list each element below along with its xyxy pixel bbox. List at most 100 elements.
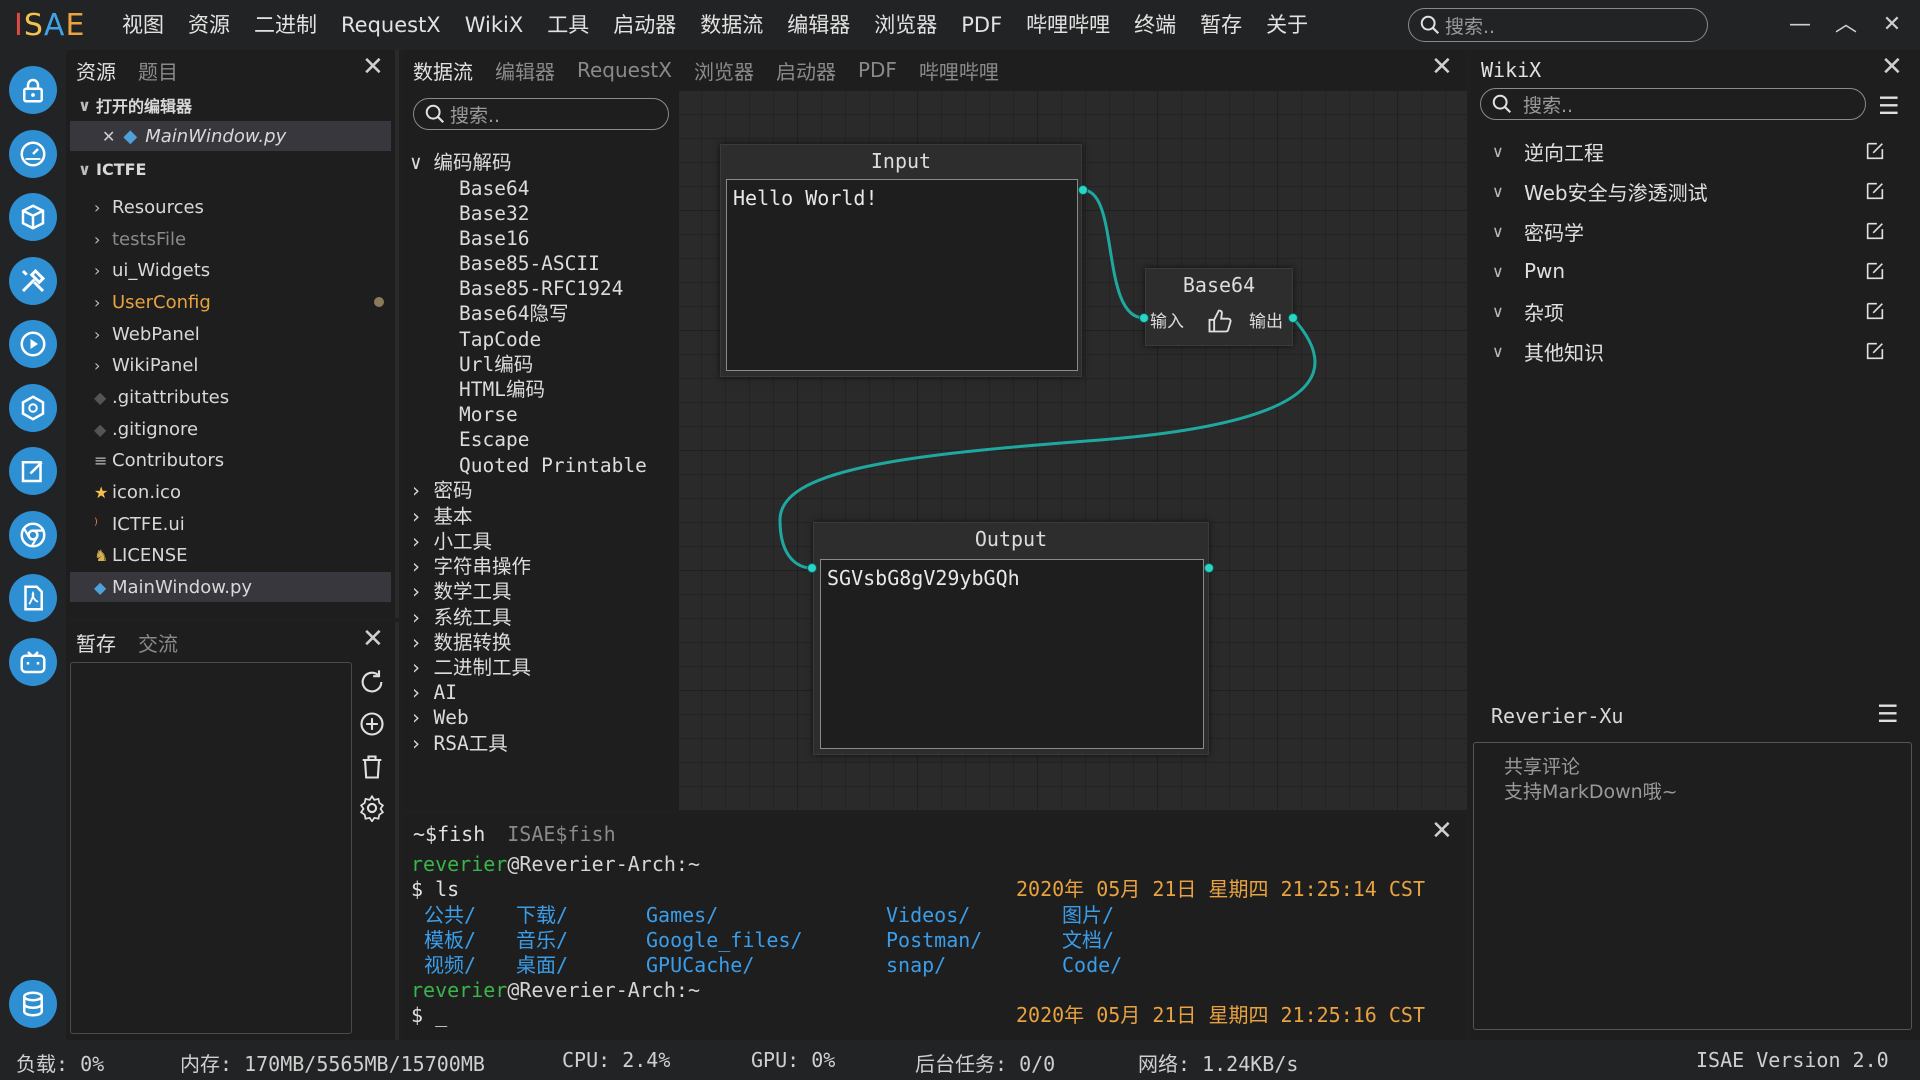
output-out-port[interactable]: [1204, 563, 1214, 573]
tool-item[interactable]: Url编码: [459, 352, 533, 377]
tools-icon[interactable]: [9, 257, 57, 305]
wiki-category[interactable]: ∨ Pwn: [1492, 256, 1892, 286]
gear-icon[interactable]: [356, 792, 388, 824]
close-window-button[interactable]: ✕: [1874, 8, 1910, 42]
tool-item[interactable]: Quoted Printable: [459, 453, 647, 478]
close-icon[interactable]: ✕: [362, 52, 384, 82]
wiki-category[interactable]: ∨ Web安全与渗透测试: [1492, 176, 1892, 206]
tool-item[interactable]: Base64: [459, 176, 529, 201]
close-icon[interactable]: ✕: [1881, 52, 1903, 82]
category-item[interactable]: › 字符串操作: [410, 554, 531, 579]
refresh-icon[interactable]: [356, 666, 388, 698]
tree-file[interactable]: ★ icon.ico: [66, 477, 391, 507]
tool-item[interactable]: Base85-ASCII: [459, 251, 600, 276]
close-icon[interactable]: ✕: [1431, 52, 1453, 82]
add-icon[interactable]: [356, 708, 388, 740]
tree-folder[interactable]: › UserConfig: [66, 287, 391, 317]
tab-pdf[interactable]: PDF: [858, 58, 897, 82]
close-icon[interactable]: ✕: [102, 127, 115, 146]
thumbs-up-icon[interactable]: [1206, 307, 1234, 335]
tab-problems[interactable]: 题目: [138, 56, 178, 85]
base64-out-port[interactable]: [1288, 313, 1298, 323]
tree-file[interactable]: ≡ Contributors: [66, 445, 391, 475]
category-item[interactable]: › AI: [410, 680, 457, 705]
output-in-port[interactable]: [807, 563, 817, 573]
base64-in-port[interactable]: [1139, 313, 1149, 323]
menu-launcher[interactable]: 启动器: [601, 0, 688, 50]
tab-dataflow[interactable]: 数据流: [413, 56, 473, 85]
category-item[interactable]: › Web: [410, 705, 469, 730]
tree-file-selected[interactable]: ◆ MainWindow.py: [70, 572, 391, 602]
wiki-category[interactable]: ∨ 逆向工程: [1492, 136, 1892, 166]
menu-bilibili[interactable]: 哔哩哔哩: [1014, 0, 1122, 50]
tree-folder[interactable]: › ui_Widgets: [66, 255, 391, 285]
tab-resources[interactable]: 资源: [76, 56, 116, 85]
box-icon[interactable]: [9, 193, 57, 241]
edit-icon[interactable]: [1864, 220, 1886, 242]
input-node-out-port[interactable]: [1078, 185, 1088, 195]
tree-folder[interactable]: › testsFile: [66, 224, 391, 254]
open-editors-header[interactable]: ∨ 打开的编辑器: [66, 90, 391, 120]
dashboard-icon[interactable]: [9, 130, 57, 178]
tab-fish-2[interactable]: ISAE$fish: [507, 822, 615, 846]
category-item[interactable]: › 数学工具: [410, 579, 512, 604]
output-node[interactable]: Output SGVsbG8gV29ybGQh: [813, 522, 1209, 755]
edit-icon[interactable]: [9, 447, 57, 495]
bilibili-icon[interactable]: [9, 638, 57, 686]
play-icon[interactable]: [9, 320, 57, 368]
cube-icon[interactable]: [9, 384, 57, 432]
menu-icon[interactable]: ☰: [1877, 700, 1899, 728]
tab-requestx[interactable]: RequestX: [577, 58, 672, 82]
tool-item[interactable]: Escape: [459, 427, 529, 452]
stash-textarea[interactable]: [70, 662, 352, 1034]
database-icon[interactable]: [9, 980, 57, 1028]
base64-node[interactable]: Base64 输入 输出: [1145, 268, 1293, 346]
category-item[interactable]: › 基本: [410, 504, 473, 529]
menu-binary[interactable]: 二进制: [242, 0, 329, 50]
open-editor-item[interactable]: ✕ ◆ MainWindow.py: [70, 121, 391, 151]
project-header[interactable]: ∨ ICTFE: [66, 154, 391, 184]
menu-requestx[interactable]: RequestX: [329, 0, 453, 50]
category-codec[interactable]: ∨ 编码解码: [410, 150, 512, 175]
menu-terminal[interactable]: 终端: [1122, 0, 1188, 50]
category-item[interactable]: › 小工具: [410, 529, 492, 554]
tree-file[interactable]: ♞ LICENSE: [66, 540, 391, 570]
tab-browser[interactable]: 浏览器: [694, 56, 754, 85]
wiki-category[interactable]: ∨ 其他知识: [1492, 336, 1892, 366]
category-item[interactable]: › RSA工具: [410, 731, 508, 756]
menu-tools[interactable]: 工具: [535, 0, 601, 50]
category-item[interactable]: › 二进制工具: [410, 655, 531, 680]
tool-item[interactable]: Morse: [459, 402, 518, 427]
menu-view[interactable]: 视图: [110, 0, 176, 50]
edit-icon[interactable]: [1864, 140, 1886, 162]
close-icon[interactable]: ✕: [362, 624, 384, 654]
edit-icon[interactable]: [1864, 260, 1886, 282]
tool-item[interactable]: TapCode: [459, 327, 541, 352]
edit-icon[interactable]: [1864, 180, 1886, 202]
menu-resources[interactable]: 资源: [176, 0, 242, 50]
menu-wikix[interactable]: WikiX: [453, 0, 536, 50]
tab-fish-1[interactable]: ~$fish: [413, 822, 485, 846]
menu-about[interactable]: 关于: [1254, 0, 1320, 50]
tree-file[interactable]: ◆ .gitignore: [66, 414, 391, 444]
top-search-input[interactable]: 搜索..: [1408, 8, 1708, 42]
trash-icon[interactable]: [356, 751, 388, 783]
edit-icon[interactable]: [1864, 340, 1886, 362]
tool-item[interactable]: HTML编码: [459, 377, 545, 402]
terminal-input[interactable]: $ _: [411, 1003, 447, 1028]
browser-icon[interactable]: [9, 511, 57, 559]
close-icon[interactable]: ✕: [1431, 816, 1453, 846]
tab-editor[interactable]: 编辑器: [495, 56, 555, 85]
output-textarea[interactable]: SGVsbG8gV29ybGQh: [820, 559, 1204, 749]
tool-item[interactable]: Base32: [459, 201, 529, 226]
comment-input[interactable]: 共享评论 支持MarkDown哦~: [1473, 742, 1912, 1030]
menu-pdf[interactable]: PDF: [949, 0, 1014, 50]
tool-item[interactable]: Base85-RFC1924: [459, 276, 623, 301]
input-node[interactable]: Input Hello World!: [720, 144, 1082, 377]
tool-item[interactable]: Base64隐写: [459, 301, 568, 326]
wiki-category[interactable]: ∨ 杂项: [1492, 296, 1892, 326]
tree-file[interactable]: ⁾ ICTFE.ui: [66, 509, 391, 539]
maximize-button[interactable]: ︿: [1828, 8, 1864, 42]
tree-folder[interactable]: › WikiPanel: [66, 350, 391, 380]
category-item[interactable]: › 数据转换: [410, 630, 512, 655]
